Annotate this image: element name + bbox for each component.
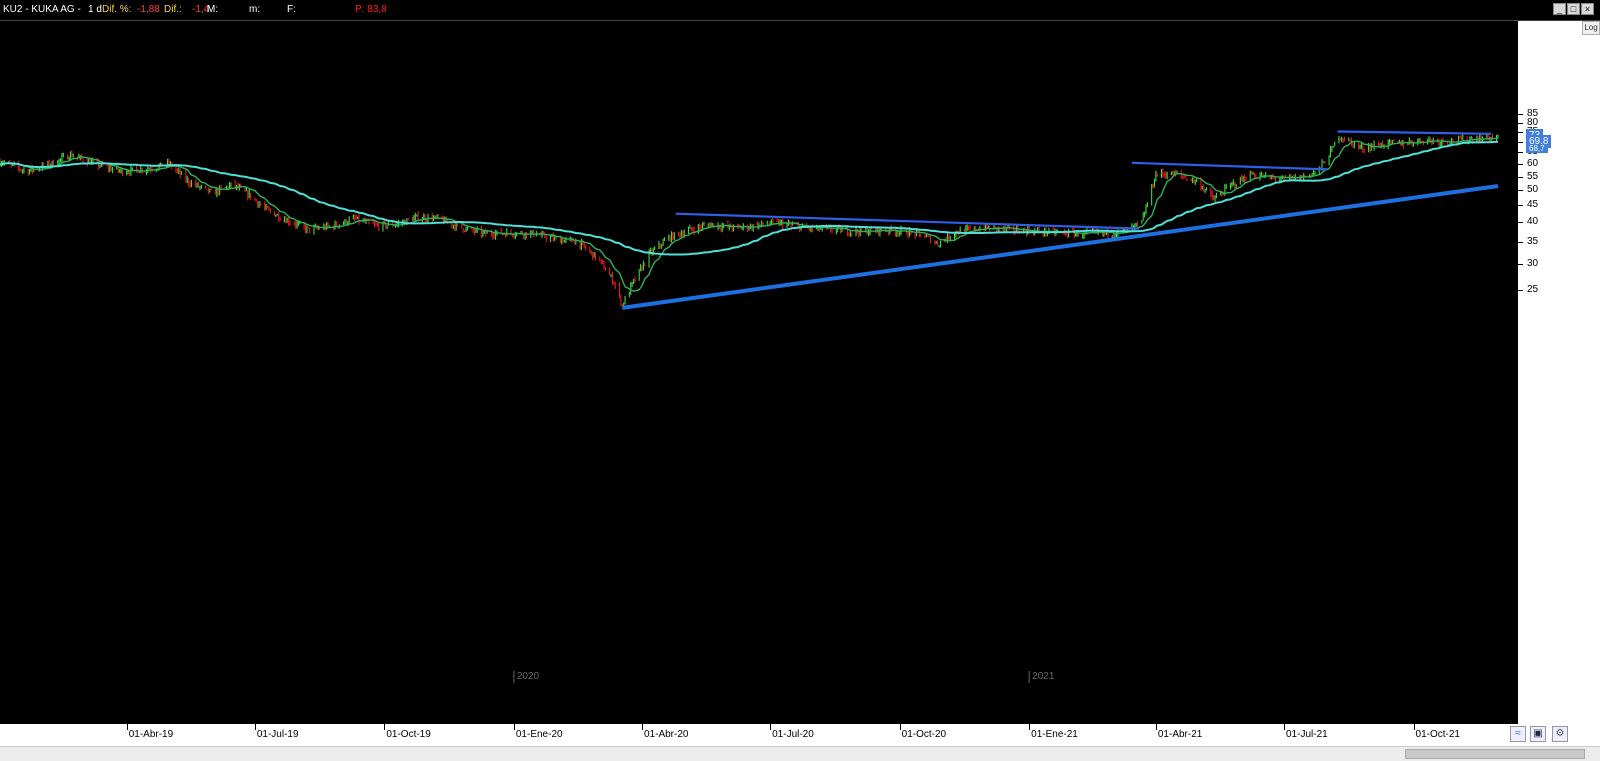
y-tick-mark	[1518, 176, 1523, 178]
close-button[interactable]: ×	[1581, 3, 1594, 15]
x-tick-mark	[770, 724, 772, 730]
x-tick-mark	[899, 724, 901, 730]
y-tick-mark	[1518, 152, 1523, 154]
support-trendline	[622, 184, 1499, 310]
year-marker-label: 2021	[1032, 671, 1055, 682]
x-axis: ≈ ▣ ⚙ 01-Abr-19 01-Jul-19 01-Oct-19 01-Ene-…	[0, 724, 1600, 746]
x-tick-label: 01-Ene-20	[515, 729, 563, 740]
chart-header: KU2 - KUKA AG - 1 d Dif. %: -1,88 Dif.: …	[0, 0, 1600, 21]
resistance-line	[1131, 161, 1328, 171]
log-scale-button[interactable]: Log	[1582, 21, 1600, 35]
y-tick-mark	[1518, 141, 1523, 143]
p-label: P: 83,8	[355, 4, 387, 15]
y-tick-label: 50	[1527, 184, 1539, 196]
x-tick-label: 01-Abr-21	[1157, 729, 1203, 740]
y-tick-label: 55	[1527, 170, 1539, 182]
x-tick-mark	[642, 724, 643, 730]
m-label: M:	[207, 4, 219, 15]
scrollbar-thumb[interactable]	[1405, 749, 1585, 759]
f-label: F:	[287, 4, 296, 15]
y-tick-mark	[1518, 131, 1523, 133]
y-tick-mark	[1518, 290, 1523, 292]
x-tick-mark	[1413, 724, 1415, 730]
y-tick-mark	[1518, 190, 1523, 192]
chart-type-icon[interactable]: ≈	[1510, 726, 1526, 742]
year-marker-label: 2020	[517, 671, 540, 682]
y-tick-label: 45	[1527, 199, 1539, 211]
y-tick-label: 35	[1527, 235, 1539, 247]
y-tick-label: 40	[1527, 216, 1539, 228]
settings-icon[interactable]: ⚙	[1552, 726, 1568, 742]
save-icon[interactable]: ▣	[1530, 726, 1546, 742]
x-tick-label: 01-Abr-19	[128, 729, 174, 740]
x-tick-label: 01-Jul-21	[1286, 729, 1328, 740]
y-tick-mark	[1518, 113, 1523, 115]
x-tick-mark	[384, 724, 386, 730]
x-tick-label: 01-Oct-19	[386, 729, 431, 740]
x-tick-mark	[513, 724, 515, 730]
y-tick-label: 25	[1527, 284, 1539, 296]
minimize-button[interactable]: _	[1553, 3, 1566, 15]
long-moving-average	[0, 140, 1499, 256]
period-label: 1 d	[88, 4, 102, 15]
m2-label: m:	[249, 4, 261, 15]
x-tick-label: 01-Oct-20	[901, 729, 947, 740]
horizontal-scrollbar[interactable]	[0, 746, 1600, 761]
dif-label: Dif.:	[164, 4, 182, 15]
y-tick-label: 60	[1527, 158, 1539, 169]
short-moving-average	[0, 137, 1499, 292]
y-tick-label: 85	[1527, 107, 1539, 119]
x-tick-label: 01-Jul-20	[772, 729, 814, 740]
dif-pct-value: -1,88	[137, 4, 160, 15]
x-tick-mark	[1155, 724, 1157, 730]
x-tick-label: 01-Abr-20	[644, 729, 689, 740]
y-tick-label: 30	[1527, 257, 1539, 269]
y-tick-mark	[1518, 222, 1523, 224]
y-tick-mark	[1518, 122, 1523, 124]
symbol-label: KU2 - KUKA AG -	[3, 4, 81, 15]
x-tick-label: 01-Oct-21	[1415, 729, 1460, 740]
y-tick-mark	[1518, 263, 1523, 265]
price-chart: 2020 2021	[0, 130, 1499, 683]
x-tick-label: 01-Ene-21	[1031, 729, 1078, 740]
x-tick-mark	[1029, 724, 1031, 730]
x-tick-mark	[126, 724, 128, 730]
y-tick-mark	[1518, 241, 1523, 243]
dif-pct-label: Dif. %:	[102, 4, 132, 15]
ma2-price-box: 68,7	[1526, 143, 1548, 153]
resistance-line	[1337, 130, 1491, 135]
y-tick-mark	[1518, 164, 1523, 165]
x-tick-mark	[254, 724, 256, 730]
y-tick-mark	[1518, 205, 1523, 207]
x-tick-label: 01-Jul-19	[256, 729, 299, 740]
x-tick-mark	[1284, 724, 1285, 730]
maximize-button[interactable]: □	[1567, 3, 1580, 15]
